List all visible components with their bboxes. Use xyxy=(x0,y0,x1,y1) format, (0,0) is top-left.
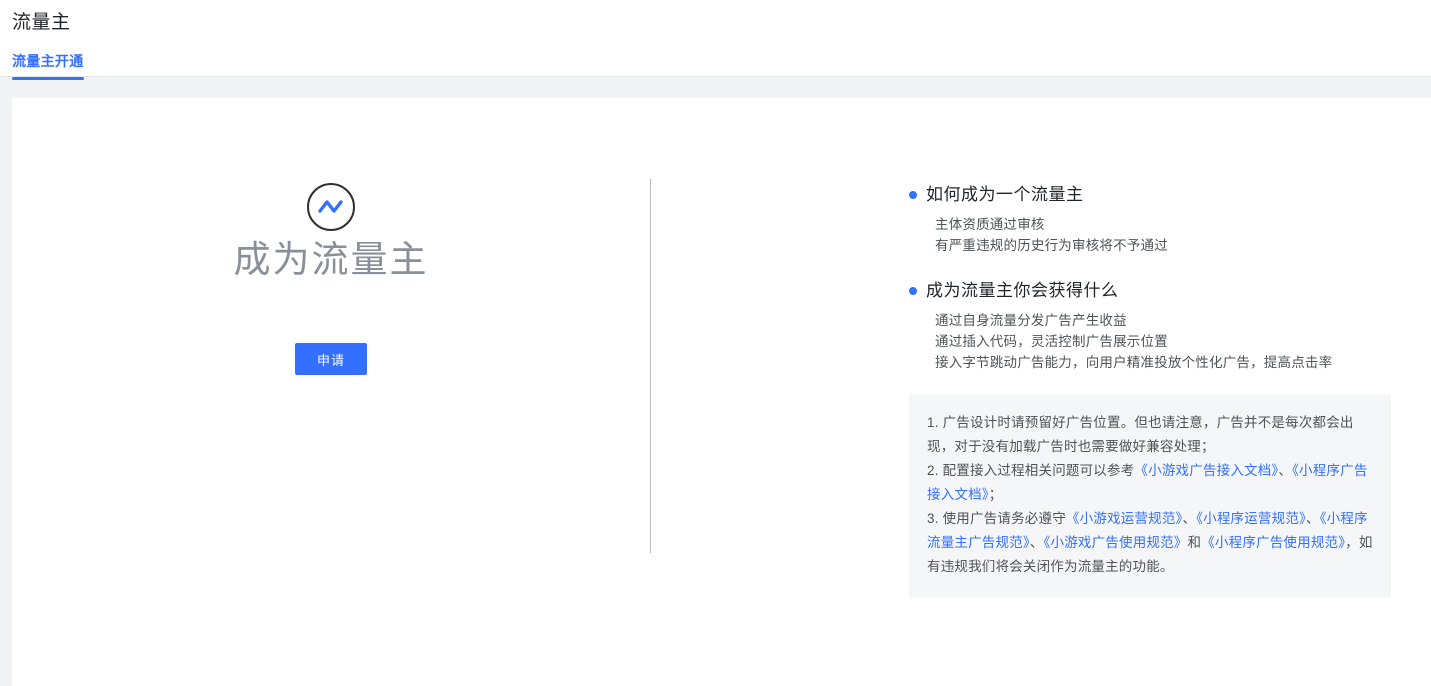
wave-circle-icon xyxy=(307,183,355,231)
info-line: 通过插入代码，灵活控制广告展示位置 xyxy=(935,334,1168,349)
hero-panel: 成为流量主 申请 xyxy=(12,182,650,376)
tab-label: 流量主开通 xyxy=(12,53,84,69)
page-body: 成为流量主 申请 如何成为一个流量主 主体资质通过审核 有严重违规的历史行为审核… xyxy=(0,77,1431,686)
bullet-dot-icon xyxy=(909,287,917,295)
info-line: 主体资质通过审核 xyxy=(935,217,1045,232)
tab-liuliangzhu-kaitong[interactable]: 流量主开通 xyxy=(12,51,84,80)
note-link[interactable]: 《小游戏运营规范》 xyxy=(1066,511,1183,526)
note-text: 1. 广告设计时请预留好广告位置。但也请注意，广告并不是每次都会出现，对于没有加… xyxy=(927,415,1354,454)
note-link[interactable]: 《小游戏广告使用规范》 xyxy=(1044,535,1188,550)
info-section-benefits: 成为流量主你会获得什么 通过自身流量分发广告产生收益 通过插入代码，灵活控制广告… xyxy=(909,278,1391,373)
tab-bar: 流量主开通 xyxy=(12,47,1431,80)
page-title: 流量主 xyxy=(12,12,71,33)
content-card: 成为流量主 申请 如何成为一个流量主 主体资质通过审核 有严重违规的历史行为审核… xyxy=(12,98,1431,686)
bullet-dot-icon xyxy=(909,191,917,199)
notes-box: 1. 广告设计时请预留好广告位置。但也请注意，广告并不是每次都会出现，对于没有加… xyxy=(909,395,1391,597)
apply-button[interactable]: 申请 xyxy=(295,343,367,376)
info-panel: 如何成为一个流量主 主体资质通过审核 有严重违规的历史行为审核将不予通过 成为流… xyxy=(651,182,1391,597)
note-text: 3. 使用广告请务必遵守 xyxy=(927,511,1066,526)
note-item: 3. 使用广告请务必遵守《小游戏运营规范》、《小程序运营规范》、《小程序流量主广… xyxy=(927,507,1375,579)
note-link[interactable]: 《小程序运营规范》 xyxy=(1196,511,1306,526)
note-text: 和 xyxy=(1187,535,1202,550)
hero-title: 成为流量主 xyxy=(233,239,429,280)
info-line-list: 通过自身流量分发广告产生收益 通过插入代码，灵活控制广告展示位置 接入字节跳动广… xyxy=(909,310,1391,373)
note-text: ； xyxy=(988,487,1003,502)
info-section-heading: 如何成为一个流量主 xyxy=(909,182,1391,208)
page-header: 流量主 流量主开通 xyxy=(0,0,1431,80)
note-item: 1. 广告设计时请预留好广告位置。但也请注意，广告并不是每次都会出现，对于没有加… xyxy=(927,411,1375,459)
tab-active-underline xyxy=(12,77,84,80)
info-line: 通过自身流量分发广告产生收益 xyxy=(935,313,1127,328)
info-heading-label: 成为流量主你会获得什么 xyxy=(926,281,1119,300)
note-item: 2. 配置接入过程相关问题可以参考《小游戏广告接入文档》、《小程序广告接入文档》… xyxy=(927,459,1375,507)
note-text: 、 xyxy=(1306,511,1320,526)
info-line: 有严重违规的历史行为审核将不予通过 xyxy=(935,238,1168,253)
note-text: 、 xyxy=(1029,535,1044,550)
info-section-heading: 成为流量主你会获得什么 xyxy=(909,278,1391,304)
info-heading-label: 如何成为一个流量主 xyxy=(926,185,1084,204)
content-columns: 成为流量主 申请 如何成为一个流量主 主体资质通过审核 有严重违规的历史行为审核… xyxy=(12,98,1431,686)
note-link[interactable]: 《小游戏广告接入文档》 xyxy=(1134,463,1278,478)
info-section-how-to-become: 如何成为一个流量主 主体资质通过审核 有严重违规的历史行为审核将不予通过 xyxy=(909,182,1391,256)
note-link[interactable]: 《小程序广告使用规范》 xyxy=(1201,535,1345,550)
info-line: 接入字节跳动广告能力，向用户精准投放个性化广告，提高点击率 xyxy=(935,355,1333,370)
note-text: 、 xyxy=(1182,511,1197,526)
note-text: 、 xyxy=(1278,463,1293,478)
note-text: 2. 配置接入过程相关问题可以参考 xyxy=(927,463,1135,478)
info-line-list: 主体资质通过审核 有严重违规的历史行为审核将不予通过 xyxy=(909,214,1391,256)
